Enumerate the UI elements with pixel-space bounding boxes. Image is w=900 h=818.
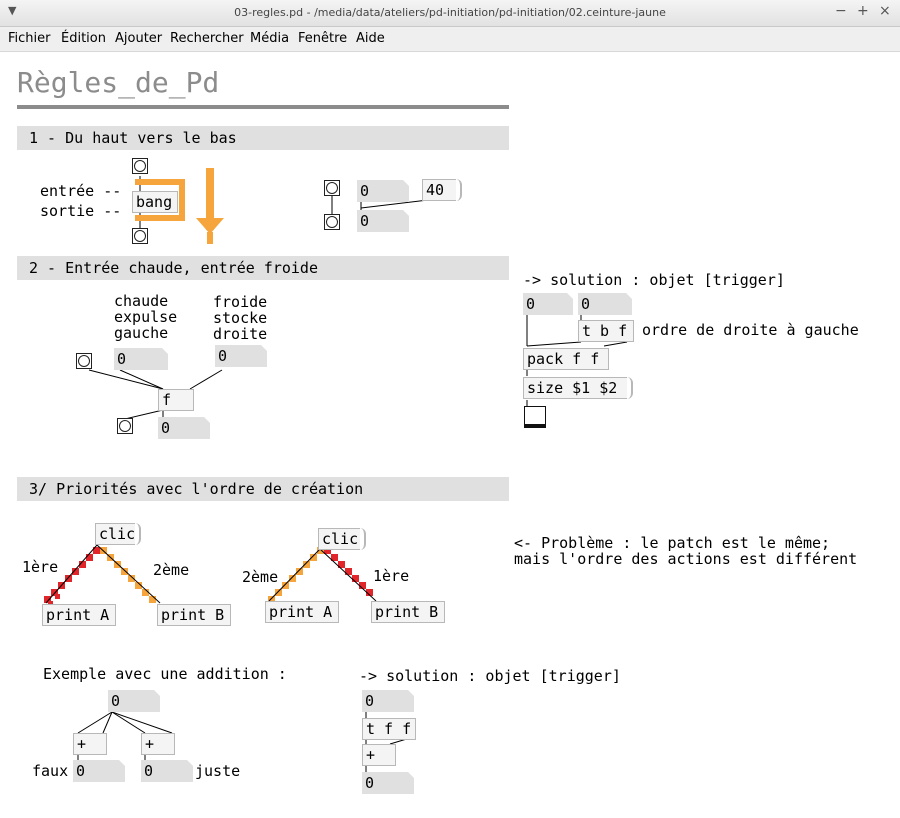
heading-rule	[17, 105, 509, 109]
size-message[interactable]: size $1 $2	[523, 377, 633, 399]
patch-heading: Règles_de_Pd	[17, 66, 220, 99]
bang-p1-upper[interactable]	[324, 180, 340, 196]
ex-number-top[interactable]: 0	[108, 690, 160, 712]
print-a-left[interactable]: print A	[42, 604, 116, 626]
menu-fenetre[interactable]: Fenêtre	[298, 31, 347, 46]
message-40[interactable]: 40	[422, 179, 462, 201]
entree-comment: entrée --	[40, 182, 122, 200]
probleme-comment: <- Problème : le patch est le même; mais…	[514, 534, 858, 568]
solution-comment-2: -> solution : objet [trigger]	[359, 667, 621, 685]
sortie-comment: sortie --	[40, 202, 122, 220]
section-2-title: 2 - Entrée chaude, entrée froide	[17, 256, 509, 280]
deuxieme-label-left: 2ème	[153, 561, 190, 579]
froide-comment: froide stocke droite	[213, 293, 268, 343]
bang-p2-out[interactable]	[117, 418, 133, 434]
window-title: 03-regles.pd - /media/data/ateliers/pd-i…	[234, 6, 666, 19]
trigger-tff[interactable]: t f f	[362, 718, 416, 740]
sol-number-left[interactable]: 0	[523, 293, 573, 315]
section-3-title: 3/ Priorités avec l'ordre de création	[17, 477, 509, 501]
float-object[interactable]: f	[158, 389, 194, 411]
clic-message-left[interactable]: clic	[95, 523, 141, 545]
chaude-comment: chaude expulse gauche	[114, 292, 178, 342]
premiere-label-right: 1ère	[373, 567, 410, 585]
close-button[interactable]: ×	[879, 3, 891, 19]
ex-plus-right[interactable]: +	[141, 733, 175, 755]
menu-ajouter[interactable]: Ajouter	[115, 31, 162, 46]
number-box-p1-b[interactable]: 0	[357, 210, 409, 232]
bang-p1-lower[interactable]	[324, 214, 340, 230]
solution-comment-1: -> solution : objet [trigger]	[523, 271, 785, 289]
number-box-cold[interactable]: 0	[215, 345, 267, 367]
ex-plus-left[interactable]: +	[73, 733, 107, 755]
ex-number-left[interactable]: 0	[73, 760, 125, 782]
menu-media[interactable]: Média	[250, 31, 289, 46]
bang-top[interactable]	[132, 158, 148, 174]
patch-canvas[interactable]: Règles_de_Pd 1 - Du haut vers le bas ent…	[0, 52, 900, 818]
bang-bottom[interactable]	[132, 228, 148, 244]
faux-comment: faux	[32, 762, 69, 780]
sol-number-right[interactable]: 0	[578, 293, 632, 315]
maximize-button[interactable]: +	[857, 3, 869, 19]
sol2-number-out[interactable]: 0	[362, 772, 414, 794]
sol2-plus[interactable]: +	[362, 744, 396, 766]
menu-aide[interactable]: Aide	[356, 31, 385, 46]
ex-number-right[interactable]: 0	[141, 760, 193, 782]
pack-object[interactable]: pack f f	[523, 348, 609, 370]
number-box-out[interactable]: 0	[158, 417, 210, 439]
order-comment: ordre de droite à gauche	[642, 321, 859, 339]
window-titlebar: ▼ 03-regles.pd - /media/data/ateliers/pd…	[0, 0, 900, 27]
menu-bar: Fichier Édition Ajouter Rechercher Média…	[0, 27, 900, 52]
print-b-left[interactable]: print B	[157, 604, 231, 626]
deuxieme-label-right: 2ème	[242, 568, 279, 586]
bang-p2-left[interactable]	[76, 353, 92, 369]
bang-object[interactable]: bang	[132, 191, 178, 213]
juste-comment: juste	[195, 762, 241, 780]
print-a-right[interactable]: print A	[265, 601, 339, 623]
premiere-label-left: 1ère	[22, 558, 59, 576]
menu-edition[interactable]: Édition	[61, 31, 106, 46]
number-box-hot[interactable]: 0	[114, 348, 168, 370]
sol-toggle[interactable]	[524, 406, 546, 428]
minimize-button[interactable]: −	[835, 3, 847, 19]
section-1-title: 1 - Du haut vers le bas	[17, 126, 509, 150]
clic-message-right[interactable]: clic	[318, 528, 366, 550]
exemple-comment: Exemple avec une addition :	[43, 665, 287, 683]
trigger-tbf[interactable]: t b f	[578, 320, 634, 342]
number-box-p1-a[interactable]: 0	[357, 180, 409, 202]
menu-fichier[interactable]: Fichier	[8, 31, 51, 46]
print-b-right[interactable]: print B	[371, 601, 445, 623]
sol2-number-top[interactable]: 0	[362, 690, 414, 712]
menu-rechercher[interactable]: Rechercher	[170, 31, 244, 46]
